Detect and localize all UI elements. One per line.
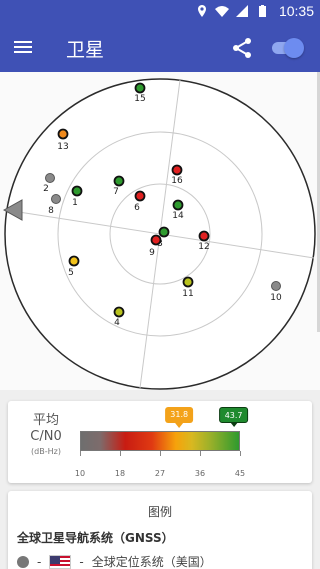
cn0-title: 平均 C/N0 — [26, 413, 66, 445]
satellite-5-label: 5 — [68, 268, 74, 278]
legend-dash: - — [79, 554, 84, 569]
satellite-11-marker — [182, 276, 194, 288]
satellite-10-label: 10 — [270, 293, 282, 303]
satellite-12-label: 12 — [198, 242, 209, 252]
satellite-12-marker — [198, 230, 210, 242]
sky-plot: 15 13 2 8 1 7 16 6 14 3 9 12 5 11 10 4 — [0, 72, 320, 390]
satellite-14-marker — [172, 199, 184, 211]
battery-icon — [258, 5, 266, 17]
signal-icon — [235, 5, 248, 17]
legend-gnss-heading: 全球卫星导航系统（GNSS） — [17, 531, 174, 545]
cn0-tick — [160, 451, 161, 456]
cn0-tick — [120, 451, 121, 456]
status-time: 10:35 — [278, 3, 314, 19]
legend-row-gps: - - 全球定位系统（美国） — [17, 553, 212, 569]
page-title: 卫星 — [66, 39, 105, 61]
cn0-tick-label: 36 — [194, 469, 206, 478]
cn0-tick — [80, 451, 81, 456]
cn0-gradient-bar — [80, 431, 240, 451]
satellite-3-marker — [158, 226, 170, 238]
satellite-1-label: 1 — [72, 198, 78, 208]
status-bar: 10:35 — [0, 0, 320, 24]
cn0-tick-label: 45 — [234, 469, 246, 478]
satellite-16-label: 16 — [171, 176, 183, 186]
cn0-title-line1: 平均 — [32, 413, 59, 428]
cn0-card: 平均 C/N0 (dB-Hz) 31.8 43.7 10 18 27 36 45 — [8, 401, 312, 483]
satellite-2-marker — [45, 173, 55, 183]
satellite-10-marker — [271, 281, 281, 291]
location-icon — [197, 5, 206, 17]
satellite-2-label: 2 — [43, 184, 49, 194]
cn0-tick — [240, 451, 241, 456]
satellite-9-marker — [150, 234, 162, 246]
satellite-4-marker — [113, 306, 125, 318]
app-bar: 卫星 — [0, 24, 320, 72]
cn0-title-line2: C/N0 — [30, 429, 62, 444]
satellite-15-marker — [134, 82, 146, 94]
legend-dash: - — [37, 554, 42, 569]
satellite-7-label: 7 — [113, 187, 119, 197]
cn0-unit: (dB-Hz) — [31, 447, 61, 456]
cn0-tick-label: 10 — [74, 469, 86, 478]
cn0-ticks — [80, 451, 241, 457]
cn0-tick-label: 18 — [114, 469, 126, 478]
cn0-tick-label: 27 — [154, 469, 166, 478]
satellite-14-label: 14 — [172, 211, 184, 221]
satellite-5-marker — [68, 255, 80, 267]
legend-dot-icon — [17, 555, 29, 568]
satellite-13-label: 13 — [57, 142, 68, 152]
satellite-15-label: 15 — [134, 94, 145, 104]
max-cn0-marker: 43.7 — [218, 407, 249, 427]
satellite-7-marker — [113, 175, 125, 187]
satellite-8-label: 8 — [48, 206, 54, 216]
avg-cn0-marker: 31.8 — [165, 407, 194, 428]
wifi-icon — [214, 6, 229, 17]
satellite-6-marker — [134, 190, 146, 202]
satellite-9-label: 9 — [149, 248, 155, 258]
share-icon[interactable] — [230, 36, 254, 60]
legend-row-label: 全球定位系统（美国） — [91, 555, 212, 569]
toggle-switch[interactable] — [270, 38, 304, 58]
legend-card: 图例 全球卫星导航系统（GNSS） - - 全球定位系统（美国） — [8, 491, 312, 569]
satellite-4-label: 4 — [114, 318, 120, 328]
legend-title: 图例 — [147, 505, 172, 519]
satellite-13-marker — [57, 128, 69, 140]
satellite-11-label: 11 — [182, 289, 193, 299]
satellite-1-marker — [71, 185, 83, 197]
satellite-6-label: 6 — [134, 203, 140, 213]
cn0-tick — [200, 451, 201, 456]
satellite-16-marker — [171, 164, 183, 176]
status-icons: 10:35 — [195, 3, 314, 19]
sky-plot-svg: 15132817166143912511 104 — [2, 78, 316, 390]
us-flag-icon — [49, 554, 72, 569]
menu-icon[interactable] — [14, 38, 34, 58]
satellite-8-marker — [51, 194, 61, 204]
